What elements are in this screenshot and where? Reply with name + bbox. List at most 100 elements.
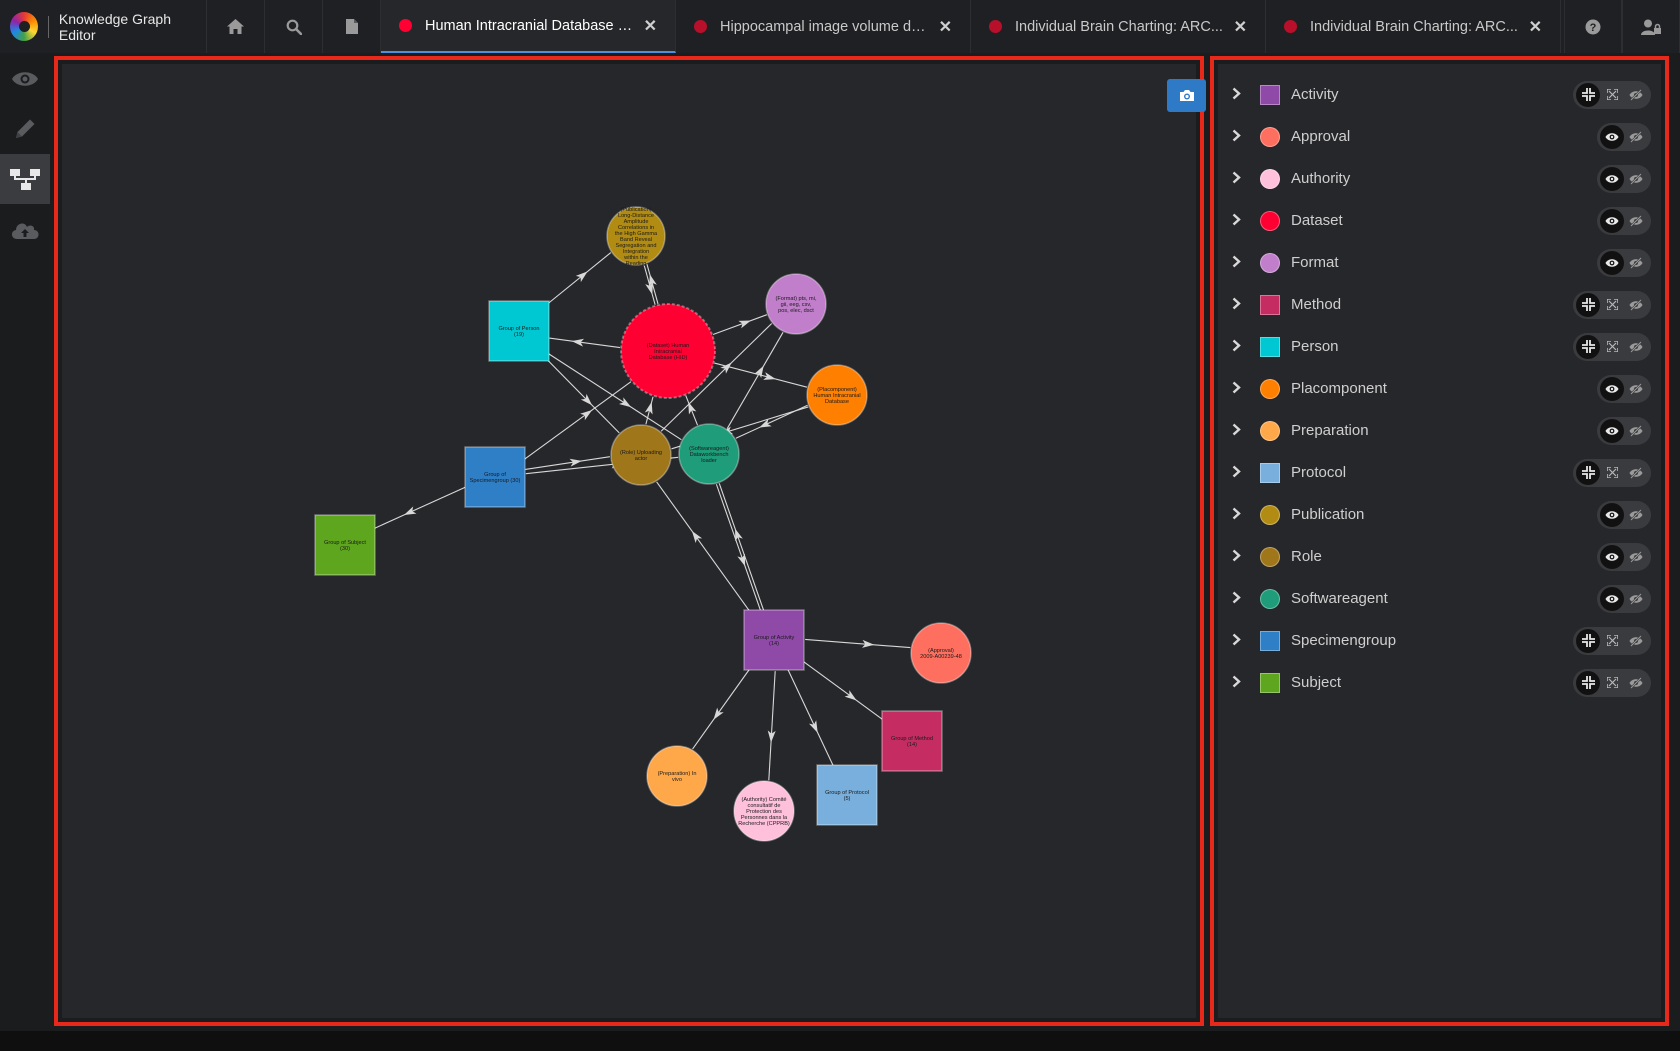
chevron-right-icon[interactable] xyxy=(1218,549,1248,565)
chevron-right-icon[interactable] xyxy=(1218,591,1248,607)
graph-node-softwareagent[interactable]: (Softwareagent) Dataworkbench loader xyxy=(678,423,740,485)
graph-node-protocol[interactable]: Group of Protocol (5) xyxy=(816,764,878,826)
type-row-dataset[interactable]: Dataset xyxy=(1218,198,1661,243)
hide-button[interactable] xyxy=(1624,671,1648,695)
graph-node-role[interactable]: (Role) Uploading actor xyxy=(610,424,672,486)
ungroup-button[interactable] xyxy=(1600,671,1624,695)
group-button[interactable] xyxy=(1576,628,1600,653)
document-button[interactable] xyxy=(323,0,381,53)
graph-node-authority[interactable]: (Authority) Comité consultatif de Protecti… xyxy=(733,780,795,842)
tab-individual-brain-charting-2[interactable]: Individual Brain Charting: ARC... ✕ xyxy=(1266,0,1561,53)
show-button[interactable] xyxy=(1600,166,1624,191)
hide-button[interactable] xyxy=(1624,587,1648,611)
chevron-right-icon[interactable] xyxy=(1218,465,1248,481)
show-button[interactable] xyxy=(1600,250,1624,275)
type-row-protocol[interactable]: Protocol xyxy=(1218,450,1661,495)
hide-button[interactable] xyxy=(1624,293,1648,317)
group-button[interactable] xyxy=(1576,460,1600,485)
tab-hippocampal-image-volume[interactable]: Hippocampal image volume de... ✕ xyxy=(676,0,971,53)
user-button[interactable] xyxy=(1622,0,1680,53)
type-row-method[interactable]: Method xyxy=(1218,282,1661,327)
type-row-publication[interactable]: Publication xyxy=(1218,492,1661,537)
graph-node-method[interactable]: Group of Method (14) xyxy=(881,710,943,772)
type-row-approval[interactable]: Approval xyxy=(1218,114,1661,159)
show-button[interactable] xyxy=(1600,208,1624,233)
hide-button[interactable] xyxy=(1624,335,1648,359)
home-button[interactable] xyxy=(207,0,265,53)
search-button[interactable] xyxy=(265,0,323,53)
view-mode-button[interactable] xyxy=(0,54,50,104)
app-brand[interactable]: Knowledge Graph Editor xyxy=(0,0,207,53)
chevron-right-icon[interactable] xyxy=(1218,633,1248,649)
group-button[interactable] xyxy=(1576,334,1600,359)
graph-node-approval[interactable]: (Approval) 2009-A00239-48 xyxy=(910,622,972,684)
hide-button[interactable] xyxy=(1624,125,1648,149)
show-button[interactable] xyxy=(1600,544,1624,569)
ungroup-button[interactable] xyxy=(1600,83,1624,107)
group-button[interactable] xyxy=(1576,670,1600,695)
show-button[interactable] xyxy=(1600,418,1624,443)
graph-mode-button[interactable] xyxy=(0,154,50,204)
graph-node-preparation[interactable]: (Preparation) In vivo xyxy=(646,745,708,807)
chevron-right-icon[interactable] xyxy=(1218,213,1248,229)
graph-node-placomponent[interactable]: (Placomponent) Human Intracranial Database xyxy=(806,364,868,426)
hide-button[interactable] xyxy=(1624,419,1648,443)
close-icon[interactable]: ✕ xyxy=(939,17,952,37)
type-row-format[interactable]: Format xyxy=(1218,240,1661,285)
chevron-right-icon[interactable] xyxy=(1218,423,1248,439)
graph-node-publication[interactable]: (Publication) Long-Distance Amplitude Corre… xyxy=(606,206,666,267)
type-row-placomponent[interactable]: Placomponent xyxy=(1218,366,1661,411)
chevron-right-icon[interactable] xyxy=(1218,129,1248,145)
hide-button[interactable] xyxy=(1624,83,1648,107)
help-button[interactable]: ? xyxy=(1564,0,1622,53)
show-button[interactable] xyxy=(1600,376,1624,401)
hide-button[interactable] xyxy=(1624,209,1648,233)
graph-svg[interactable]: (Publication) Long-Distance Amplitude Corre… xyxy=(62,64,1196,1018)
edit-mode-button[interactable] xyxy=(0,104,50,154)
graph-node-format[interactable]: (Format) pts, mi, gii, eeg, csv, pos, elec… xyxy=(765,273,827,335)
hide-button[interactable] xyxy=(1624,377,1648,401)
graph-node-subject[interactable]: Group of Subject (30) xyxy=(314,514,376,576)
close-icon[interactable]: ✕ xyxy=(644,16,657,36)
chevron-right-icon[interactable] xyxy=(1218,171,1248,187)
type-row-preparation[interactable]: Preparation xyxy=(1218,408,1661,453)
chevron-right-icon[interactable] xyxy=(1218,87,1248,103)
type-row-subject[interactable]: Subject xyxy=(1218,660,1661,705)
type-row-softwareagent[interactable]: Softwareagent xyxy=(1218,576,1661,621)
type-row-role[interactable]: Role xyxy=(1218,534,1661,579)
ungroup-button[interactable] xyxy=(1600,629,1624,653)
tab-human-intracranial-database[interactable]: Human Intracranial Database (... ✕ xyxy=(381,0,676,53)
chevron-right-icon[interactable] xyxy=(1218,339,1248,355)
type-row-person[interactable]: Person xyxy=(1218,324,1661,369)
show-button[interactable] xyxy=(1600,124,1624,149)
ungroup-button[interactable] xyxy=(1600,293,1624,317)
chevron-right-icon[interactable] xyxy=(1218,507,1248,523)
close-icon[interactable]: ✕ xyxy=(1234,17,1247,37)
chevron-right-icon[interactable] xyxy=(1218,675,1248,691)
tab-individual-brain-charting-1[interactable]: Individual Brain Charting: ARC... ✕ xyxy=(971,0,1266,53)
ungroup-button[interactable] xyxy=(1600,335,1624,359)
release-button[interactable] xyxy=(0,204,50,254)
hide-button[interactable] xyxy=(1624,167,1648,191)
hide-button[interactable] xyxy=(1624,461,1648,485)
hide-button[interactable] xyxy=(1624,251,1648,275)
ungroup-button[interactable] xyxy=(1600,461,1624,485)
type-row-authority[interactable]: Authority xyxy=(1218,156,1661,201)
type-row-activity[interactable]: Activity xyxy=(1218,72,1661,117)
chevron-right-icon[interactable] xyxy=(1218,255,1248,271)
hide-button[interactable] xyxy=(1624,629,1648,653)
chevron-right-icon[interactable] xyxy=(1218,297,1248,313)
hide-button[interactable] xyxy=(1624,545,1648,569)
type-row-specimengroup[interactable]: Specimengroup xyxy=(1218,618,1661,663)
show-button[interactable] xyxy=(1600,502,1624,527)
close-icon[interactable]: ✕ xyxy=(1529,17,1542,37)
graph-node-activity[interactable]: Group of Activity (14) xyxy=(743,609,805,671)
graph-canvas[interactable]: (Publication) Long-Distance Amplitude Corre… xyxy=(62,64,1206,1018)
hide-button[interactable] xyxy=(1624,503,1648,527)
graph-node-specimengroup[interactable]: Group of Specimengroup (30) xyxy=(464,446,526,508)
graph-node-person[interactable]: Group of Person (19) xyxy=(488,300,550,362)
screenshot-button[interactable] xyxy=(1167,79,1206,112)
graph-node-dataset[interactable]: (Dataset) Human Intracranial Database (HID… xyxy=(620,303,716,399)
show-button[interactable] xyxy=(1600,586,1624,611)
group-button[interactable] xyxy=(1576,82,1600,107)
